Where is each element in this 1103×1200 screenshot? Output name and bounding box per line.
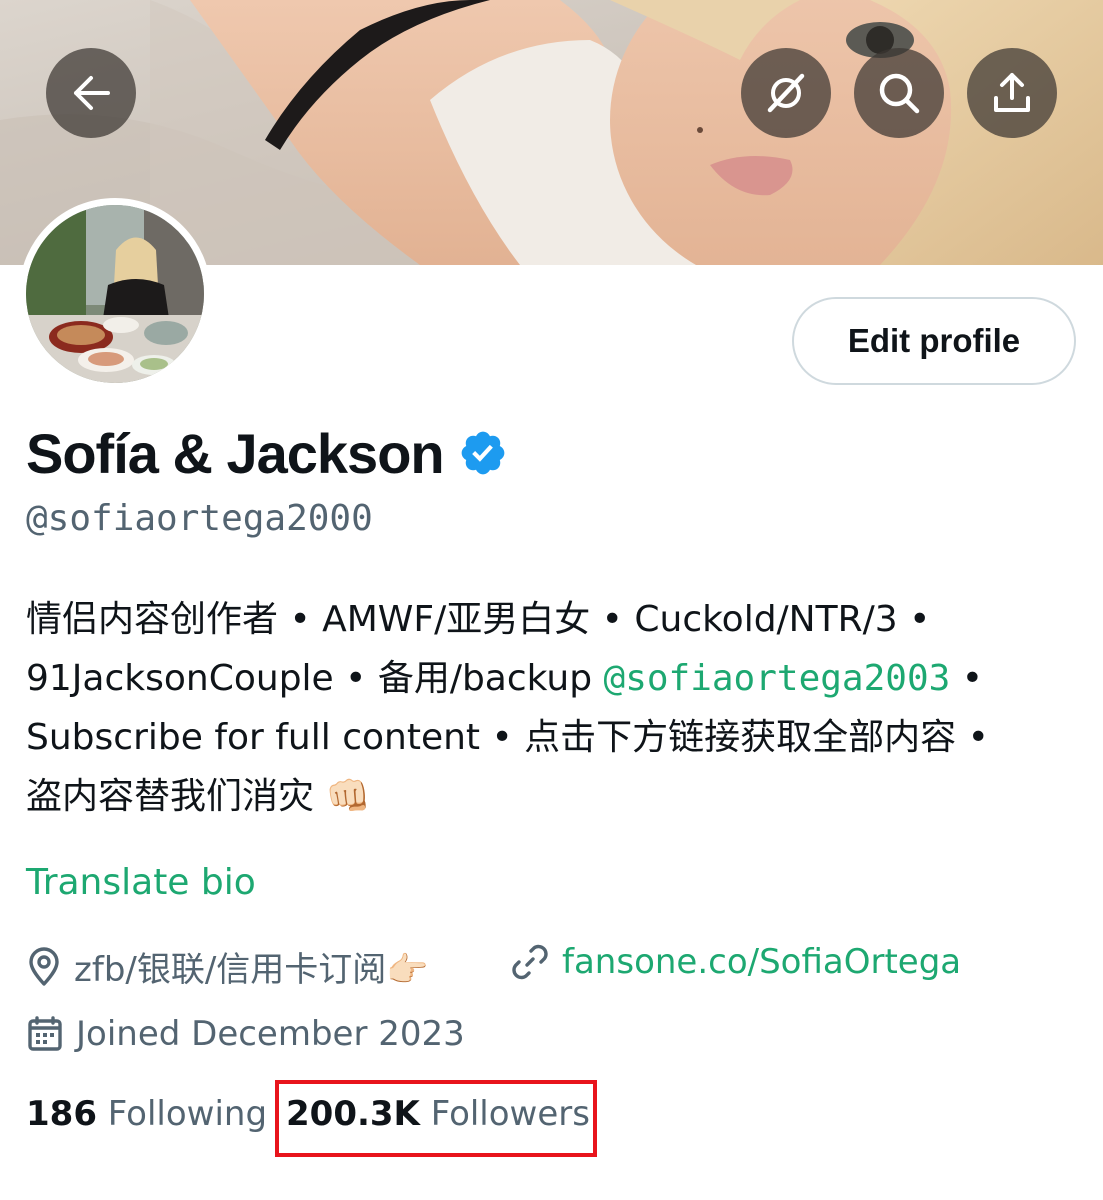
bio-line: 盗内容替我们消灾 👊🏻 (26, 776, 371, 817)
verified-badge-icon[interactable] (458, 428, 508, 478)
search-icon (879, 73, 920, 114)
back-button[interactable] (46, 48, 136, 138)
arrow-left-icon (74, 76, 110, 110)
location-pin-icon (29, 946, 59, 986)
bio-text: • (950, 658, 983, 699)
link-icon (512, 944, 548, 980)
website-link[interactable]: fansone.co/SofiaOrtega (510, 942, 961, 982)
followers-highlight-box (275, 1080, 597, 1157)
share-button[interactable] (967, 48, 1057, 138)
website-text[interactable]: fansone.co/SofiaOrtega (562, 942, 961, 982)
bio-mention-link[interactable]: @sofiaortega2003 (604, 658, 951, 699)
edit-profile-button[interactable]: Edit profile (792, 297, 1076, 385)
handle: @sofiaortega2000 (26, 498, 373, 539)
avatar-image (26, 205, 204, 383)
calendar-icon (28, 1016, 62, 1051)
following-count-link[interactable]: 186 Following (26, 1094, 267, 1134)
joined-date: Joined December 2023 (26, 1014, 465, 1054)
location: zfb/银联/信用卡订阅👉🏻 (26, 942, 429, 991)
display-name: Sofía & Jackson (26, 421, 445, 485)
following-label: Following (107, 1094, 268, 1134)
translate-bio-link[interactable]: Translate bio (26, 862, 256, 903)
avatar[interactable] (19, 198, 211, 390)
grok-button[interactable] (741, 48, 831, 138)
grok-icon (767, 73, 805, 113)
bio: 情侣内容创作者 • AMWF/亚男白女 • Cuckold/NTR/3 • 91… (26, 590, 1086, 826)
location-text: zfb/银联/信用卡订阅👉🏻 (74, 950, 429, 990)
following-count: 186 (26, 1094, 97, 1134)
search-button[interactable] (854, 48, 944, 138)
joined-text: Joined December 2023 (76, 1014, 465, 1054)
bio-text: 91JacksonCouple • 备用/backup (26, 658, 604, 699)
bio-line: Subscribe for full content • 点击下方链接获取全部内… (26, 717, 989, 758)
bio-line: 情侣内容创作者 • AMWF/亚男白女 • Cuckold/NTR/3 • (26, 599, 931, 640)
share-icon (994, 73, 1030, 112)
display-name-row: Sofía & Jackson (26, 418, 508, 488)
bio-line: 91JacksonCouple • 备用/backup @sofiaortega… (26, 649, 1086, 708)
